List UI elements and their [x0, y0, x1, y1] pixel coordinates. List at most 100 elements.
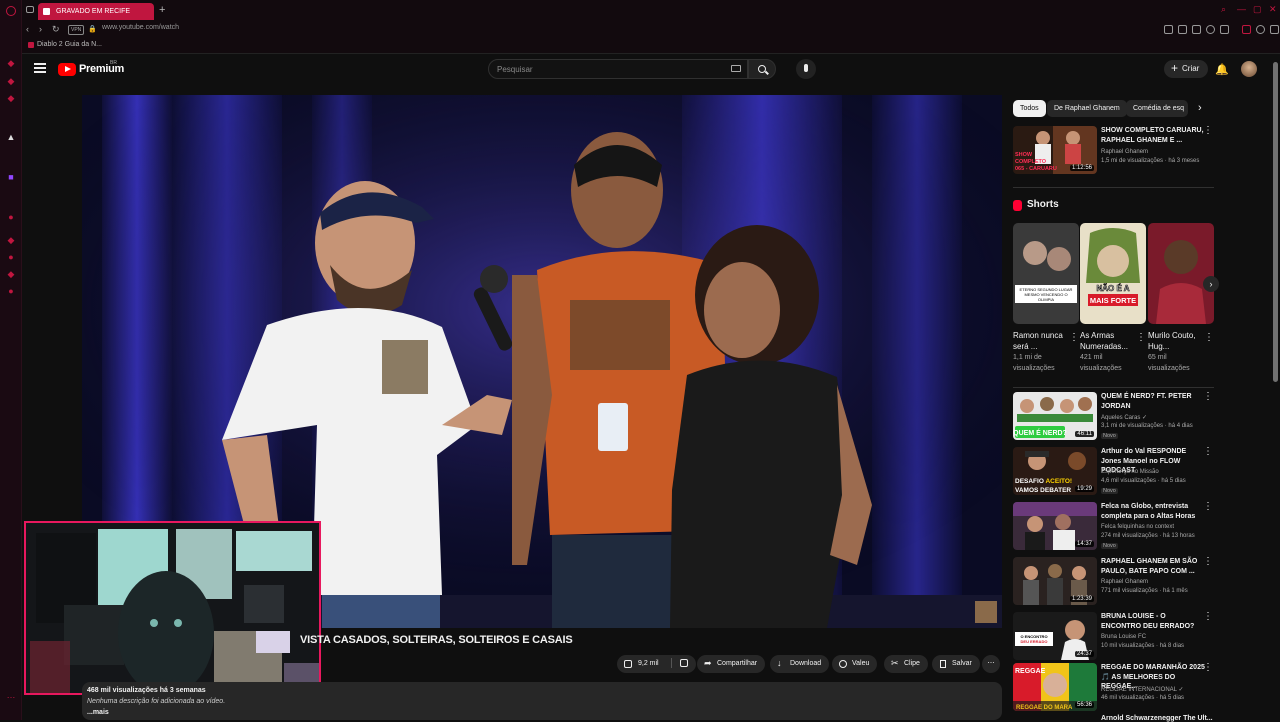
avatar[interactable] [1241, 61, 1257, 77]
sidebar-icon-1[interactable]: ◆ [6, 58, 16, 68]
rec-channel[interactable]: Raphael Ghanem [1101, 149, 1148, 155]
search-tabs-icon[interactable]: ⌕ [1221, 4, 1226, 15]
more-options-icon[interactable]: ⋮ [1203, 447, 1213, 457]
rec-channel[interactable]: REGGAE INTERNACIONAL ✓ [1101, 686, 1184, 693]
hamburger-menu-icon[interactable] [34, 63, 46, 73]
toolbar-icon-2[interactable] [1178, 25, 1187, 34]
page-scrollbar[interactable] [1272, 54, 1280, 720]
opera-logo-icon[interactable] [6, 6, 16, 16]
shorts-next-icon[interactable]: › [1203, 276, 1219, 292]
maximize-icon[interactable]: ▢ [1253, 4, 1262, 15]
toolbar-icon-1[interactable] [1164, 25, 1173, 34]
youtube-brand[interactable]: Premium [79, 63, 124, 75]
tab-manager-icon[interactable] [26, 6, 34, 13]
short-item[interactable]: ETERNO SEGUNDO LUGAR MESMO VENCENDO O OL… [1013, 223, 1079, 374]
more-options-icon[interactable]: ⋮ [1203, 557, 1213, 567]
more-options-icon[interactable]: ⋮ [1136, 332, 1146, 343]
rec-title[interactable]: QUEM É NERD? FT. PETER JORDAN [1101, 392, 1205, 411]
sidebar-icon-2[interactable]: ◆ [6, 76, 16, 86]
list-item[interactable]: DESAFIO ACEITO! VAMOS DEBATER 19:29 Arth… [1013, 447, 1223, 497]
more-options-icon[interactable]: ⋮ [1069, 332, 1079, 343]
search-button[interactable] [748, 59, 776, 79]
list-item[interactable]: O ENCONTRO DEU ERRADO 24:37 BRUNA LOUISE… [1013, 612, 1223, 662]
more-options-icon[interactable]: ⋮ [1203, 663, 1213, 673]
video-thumbnail[interactable]: 1:23:39 [1013, 557, 1097, 605]
more-actions-button[interactable]: ⋯ [982, 655, 1000, 673]
rec-channel[interactable]: Aqueles Caras ✓ [1101, 414, 1147, 421]
description-box[interactable]: 468 mil visualizações há 3 semanas Nenhu… [82, 682, 1002, 720]
short-thumbnail[interactable] [1148, 223, 1214, 324]
youtube-logo-icon[interactable] [58, 63, 76, 76]
shield-icon[interactable] [1192, 25, 1201, 34]
active-tab[interactable]: GRAVADO EM RECIFE [38, 3, 154, 20]
more-options-icon[interactable]: ⋮ [1204, 332, 1214, 343]
create-button[interactable]: Criar [1164, 60, 1208, 78]
sidebar-more-icon[interactable]: … [6, 690, 16, 700]
sidebar-icon-5[interactable]: ◆ [6, 235, 16, 245]
chip-channel[interactable]: De Raphael Ghanem [1047, 100, 1127, 117]
voice-search-icon[interactable] [796, 59, 816, 79]
heart-icon[interactable] [1220, 25, 1229, 34]
back-icon[interactable]: ‹ [26, 24, 29, 34]
rec-title[interactable]: SHOW COMPLETO CARUARU, RAPHAEL GHANEM E … [1101, 126, 1205, 145]
chip-comedy[interactable]: Comédia de esq [1126, 100, 1188, 117]
download-button[interactable]: ↓ Download [770, 655, 830, 673]
video-thumbnail[interactable]: QUEM É NERD? 46:11 [1013, 392, 1097, 440]
menu-icon[interactable] [1270, 25, 1279, 34]
video-thumbnail[interactable]: DESAFIO ACEITO! VAMOS DEBATER 19:29 [1013, 447, 1097, 495]
sidebar-icon-3[interactable]: ◆ [6, 93, 16, 103]
video-thumbnail[interactable]: REGGAE REGGAE DO MARA 56:36 [1013, 663, 1097, 711]
close-window-icon[interactable]: ✕ [1269, 4, 1277, 15]
extensions-icon[interactable] [1242, 25, 1251, 34]
chip-next-icon[interactable]: › [1198, 102, 1202, 114]
rec-title[interactable]: Felca na Globo, entrevista completa para… [1101, 502, 1205, 521]
download-icon[interactable] [1206, 25, 1215, 34]
clip-button[interactable]: ✂ Clipe [884, 655, 928, 673]
rec-title[interactable]: BRUNA LOUISE - O ENCONTRO DEU ERRADO? [1101, 612, 1205, 631]
more-options-icon[interactable]: ⋮ [1203, 126, 1213, 136]
short-title[interactable]: Murilo Couto, Hug... [1148, 330, 1200, 352]
bookmark-item[interactable]: Diablo 2 Guia da N... [28, 41, 102, 48]
short-thumbnail[interactable]: NÃO É A MAIS FORTE [1080, 223, 1146, 324]
sidebar-icon-6[interactable]: ● [6, 252, 16, 262]
more-options-icon[interactable]: ⋮ [1203, 612, 1213, 622]
vpn-badge[interactable]: VPN [68, 25, 85, 35]
twitch-icon[interactable]: ■ [6, 172, 16, 182]
new-tab-button[interactable]: + [159, 4, 165, 16]
keyboard-icon[interactable] [731, 65, 741, 72]
thanks-button[interactable]: Valeu [832, 655, 878, 673]
short-title[interactable]: Ramon nunca será ... [1013, 330, 1065, 352]
rec-channel[interactable]: Bruna Louise FC [1101, 634, 1146, 640]
short-item[interactable]: NÃO É A MAIS FORTE As Armas Numeradas...… [1080, 223, 1146, 374]
more-options-icon[interactable]: ⋮ [1203, 502, 1213, 512]
share-button[interactable]: ➦ Compartilhar [697, 655, 766, 673]
reload-icon[interactable]: ↻ [52, 24, 60, 35]
rec-channel[interactable]: Raphael Ghanem [1101, 579, 1148, 585]
list-item[interactable]: SHOW COMPLETO 065 - CARUARU 1:12:56 SHOW… [1013, 126, 1223, 176]
list-item[interactable]: REGGAE REGGAE DO MARA 56:36 REGGAE DO MA… [1013, 663, 1223, 713]
chip-todos[interactable]: Todos [1013, 100, 1046, 117]
list-item[interactable]: QUEM É NERD? 46:11 QUEM É NERD? FT. PETE… [1013, 392, 1223, 442]
sidebar-icon-8[interactable]: ● [6, 286, 16, 296]
more-options-icon[interactable]: ⋮ [1203, 392, 1213, 402]
profile-icon[interactable] [1256, 25, 1265, 34]
short-item[interactable]: Murilo Couto, Hug... 65 mil visualizaçõe… [1148, 223, 1214, 374]
sidebar-icon-4[interactable]: ● [6, 212, 16, 222]
list-item[interactable]: 1:23:39 RAPHAEL GHANEM EM SÃO PAULO, BAT… [1013, 557, 1223, 607]
rec-channel[interactable]: Felca felquinhas no context [1101, 524, 1174, 530]
show-more-link[interactable]: ...mais [87, 709, 109, 716]
minimize-icon[interactable]: — [1237, 4, 1246, 14]
like-button[interactable]: 9,2 mil [617, 655, 696, 673]
short-title[interactable]: As Armas Numeradas... [1080, 330, 1132, 352]
url-field[interactable]: www.youtube.com/watch [102, 24, 179, 31]
list-item[interactable]: 14:37 Felca na Globo, entrevista complet… [1013, 502, 1223, 552]
short-thumbnail[interactable]: ETERNO SEGUNDO LUGAR MESMO VENCENDO O OL… [1013, 223, 1079, 324]
rec-title[interactable]: RAPHAEL GHANEM EM SÃO PAULO, BATE PAPO C… [1101, 557, 1205, 576]
notifications-bell-icon[interactable]: 🔔 [1215, 63, 1229, 76]
sidebar-icon-7[interactable]: ◆ [6, 269, 16, 279]
save-button[interactable]: Salvar [932, 655, 980, 673]
lock-icon[interactable]: 🔒 [88, 25, 97, 33]
thumbs-down-icon[interactable] [679, 659, 688, 668]
forward-icon[interactable]: › [39, 24, 42, 34]
rec-channel[interactable]: Esperança no Missão [1101, 469, 1159, 475]
